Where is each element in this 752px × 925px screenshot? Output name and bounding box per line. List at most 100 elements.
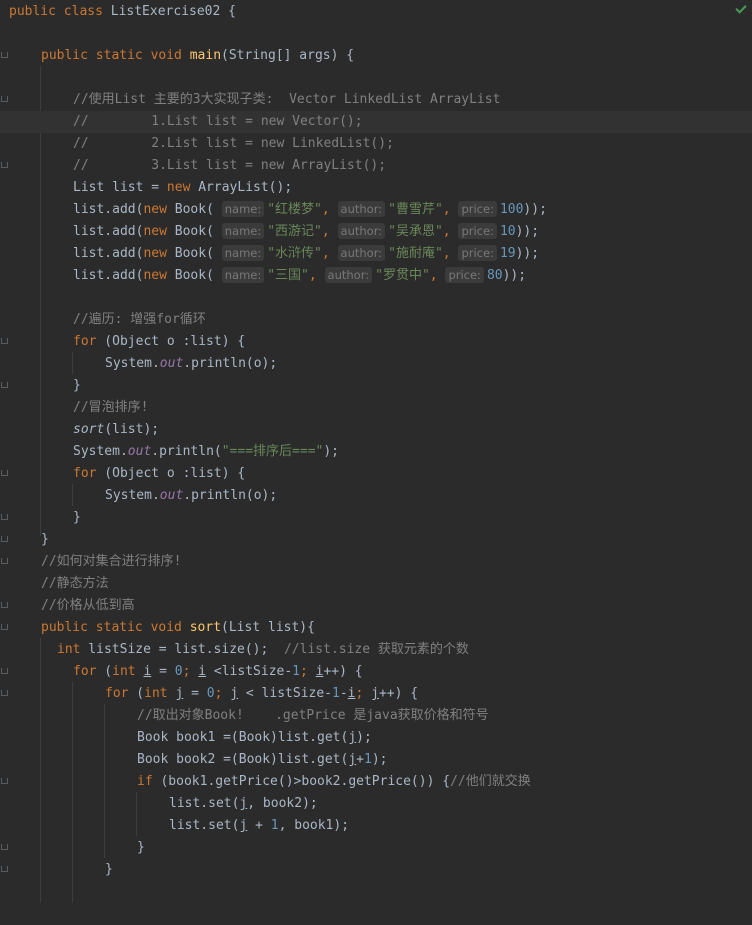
- loop-var: j: [348, 752, 357, 767]
- param-hint: name:: [221, 267, 265, 283]
- brace: }: [41, 532, 49, 547]
- static-field: out: [159, 356, 184, 371]
- code-text: .println(o);: [183, 488, 278, 503]
- params: (List list){: [221, 620, 315, 635]
- comment: //他们就交换: [450, 774, 531, 789]
- comma: ,: [442, 246, 459, 261]
- code-line[interactable]: int listSize = list.size(); //list.size …: [0, 639, 469, 661]
- brace: }: [105, 862, 113, 877]
- indent-guide: [40, 638, 41, 903]
- code-line[interactable]: //遍历: 增强for循环: [0, 309, 206, 331]
- code-line[interactable]: list.add(new Book( name: "水浒传", author: "施…: [0, 243, 539, 265]
- code-line-current[interactable]: // 1.List list = new Vector();: [0, 111, 752, 133]
- loop-var: j: [348, 730, 357, 745]
- code-editor[interactable]: public class ListExercise02 { public sta…: [0, 0, 752, 903]
- code-line[interactable]: }: [0, 507, 81, 529]
- code-line[interactable]: }: [0, 837, 145, 859]
- code-line[interactable]: public static void main(String[] args) {: [0, 45, 354, 67]
- loop-var: i: [198, 664, 207, 679]
- keyword: int: [144, 686, 168, 701]
- code-line[interactable]: }: [0, 529, 49, 551]
- loop-var: j: [230, 686, 239, 701]
- code-text: Book book1 =(Book)list.get(: [137, 730, 349, 745]
- comment: //静态方法: [41, 576, 109, 591]
- code-line[interactable]: Book book2 =(Book)list.get(j+1);: [0, 749, 387, 771]
- comment: // 1.List list = new Vector();: [73, 114, 363, 129]
- code-line[interactable]: //冒泡排序!: [0, 397, 148, 419]
- inspection-ok-icon[interactable]: [736, 3, 746, 13]
- code-line[interactable]: list.add(new Book( name: "三国", author: "罗贯…: [0, 265, 526, 287]
- code-line[interactable]: sort(list);: [0, 419, 159, 441]
- code-line[interactable]: //取出对象Book! .getPrice 是java获取价格和符号: [0, 705, 489, 727]
- code-line[interactable]: // 3.List list = new ArrayList();: [0, 155, 386, 177]
- code-text: list.add(: [73, 246, 144, 261]
- semicolon: ;: [355, 686, 372, 701]
- code-text: ));: [502, 268, 527, 283]
- code-text: =: [183, 686, 207, 701]
- string-literal: "===排序后===": [221, 444, 324, 459]
- keyword: new: [143, 246, 167, 261]
- comma: ,: [321, 224, 338, 239]
- keyword: public static void: [41, 48, 190, 63]
- code-text: (Object o :list) {: [96, 466, 246, 481]
- code-line[interactable]: List list = new ArrayList();: [0, 177, 292, 199]
- code-line[interactable]: public class ListExercise02 {: [0, 1, 236, 23]
- string-literal: "罗贯中": [375, 268, 430, 283]
- class-name: ListExercise02 {: [110, 4, 236, 19]
- brace: }: [137, 840, 145, 855]
- code-line[interactable]: //如何对集合进行排序!: [0, 551, 181, 573]
- string-literal: "吴承恩": [388, 224, 443, 239]
- keyword: new: [143, 224, 167, 239]
- code-text: ++) {: [323, 664, 363, 679]
- keyword: for: [73, 334, 97, 349]
- code-line[interactable]: public static void sort(List list){: [0, 617, 315, 639]
- code-line[interactable]: System.out.println(o);: [0, 485, 277, 507]
- code-text: list.add(: [73, 224, 144, 239]
- code-line[interactable]: list.add(new Book( name: "西游记", author: "吴…: [0, 221, 539, 243]
- code-line[interactable]: Book book1 =(Book)list.get(j);: [0, 727, 372, 749]
- code-line[interactable]: }: [0, 859, 113, 881]
- code-text: -: [339, 686, 348, 701]
- indent-guide: [40, 66, 41, 536]
- code-line[interactable]: for (int j = 0; j < listSize-1-i; j++) {: [0, 683, 418, 705]
- code-line[interactable]: if (book1.getPrice()>book2.getPrice()) {…: [0, 771, 531, 793]
- keyword: int: [57, 642, 81, 657]
- comma: ,: [321, 202, 338, 217]
- string-literal: "施耐庵": [388, 246, 443, 261]
- comma: ,: [429, 268, 446, 283]
- comment: //遍历: 增强for循环: [73, 312, 206, 327]
- code-text: , book2);: [247, 796, 318, 811]
- param-hint: price:: [445, 267, 484, 283]
- code-text: list.set(: [169, 818, 240, 833]
- code-line[interactable]: for (Object o :list) {: [0, 331, 245, 353]
- code-text: );: [371, 752, 388, 767]
- code-line[interactable]: list.set(j, book2);: [0, 793, 318, 815]
- number-literal: 10: [499, 224, 516, 239]
- param-hint: price:: [458, 223, 497, 239]
- param-hint: author:: [337, 245, 386, 261]
- code-line[interactable]: System.out.println("===排序后===");: [0, 441, 339, 463]
- comment: //list.size 获取元素的个数: [283, 642, 469, 657]
- code-text: =: [151, 664, 175, 679]
- comment: //价格从低到高: [41, 598, 135, 613]
- code-text: Book(: [166, 224, 222, 239]
- code-line[interactable]: // 2.List list = new LinkedList();: [0, 133, 394, 155]
- code-line[interactable]: }: [0, 375, 81, 397]
- code-line[interactable]: list.set(j + 1, book1);: [0, 815, 349, 837]
- code-line[interactable]: //使用List 主要的3大实现子类: Vector LinkedList Ar…: [0, 89, 500, 111]
- semicolon: ;: [182, 664, 199, 679]
- code-line[interactable]: //价格从低到高: [0, 595, 135, 617]
- code-text: List list =: [73, 180, 167, 195]
- code-line[interactable]: for (Object o :list) {: [0, 463, 245, 485]
- code-text: , book1);: [278, 818, 350, 833]
- number-literal: 1: [270, 818, 279, 833]
- semicolon: ;: [300, 664, 316, 679]
- code-line[interactable]: list.add(new Book( name: "红楼梦", author: "曹…: [0, 199, 547, 221]
- code-line[interactable]: for (int i = 0; i <listSize-1; i++) {: [0, 661, 363, 683]
- code-text: Book(: [166, 268, 222, 283]
- code-text: System.: [73, 444, 128, 459]
- code-line[interactable]: System.out.println(o);: [0, 353, 277, 375]
- code-line[interactable]: //静态方法: [0, 573, 109, 595]
- code-text: list.add(: [73, 202, 144, 217]
- param-hint: name:: [221, 223, 265, 239]
